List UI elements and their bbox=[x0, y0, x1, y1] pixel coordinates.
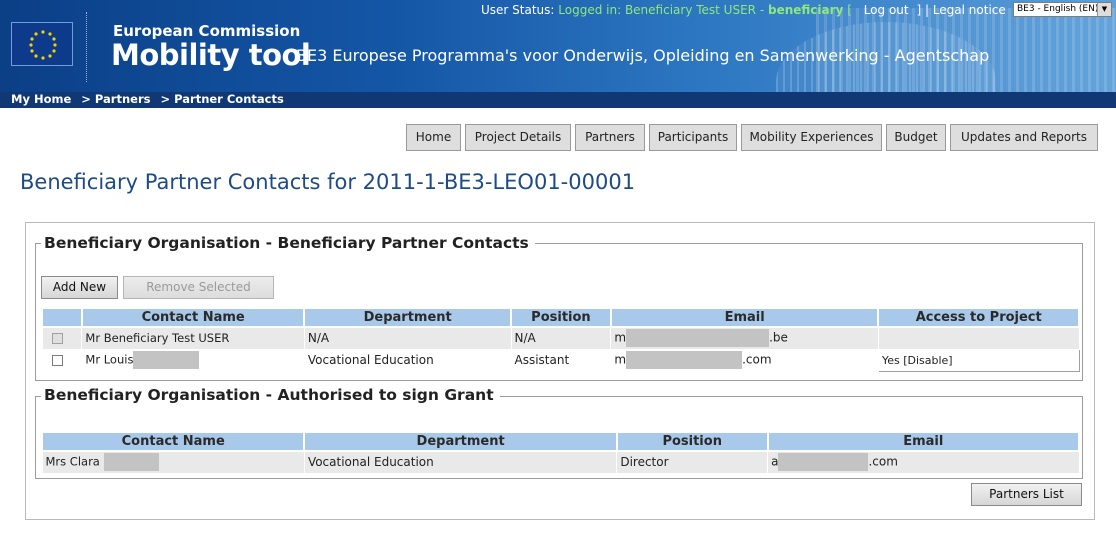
legal-notice-link[interactable]: Legal notice bbox=[933, 3, 1006, 17]
language-value: BE3 - English (EN) bbox=[1017, 4, 1099, 14]
sign-legend: Beneficiary Organisation - Authorised to… bbox=[41, 386, 500, 404]
partners-list-button[interactable]: Partners List bbox=[971, 483, 1082, 506]
column-header[interactable]: Email bbox=[609, 307, 880, 328]
nav-participants[interactable]: Participants bbox=[649, 124, 737, 151]
email-suffix: .com bbox=[868, 454, 898, 469]
column-header[interactable]: Position bbox=[510, 307, 612, 328]
nav-updates-reports[interactable]: Updates and Reports bbox=[950, 124, 1098, 151]
position: Assistant bbox=[510, 348, 612, 372]
column-header[interactable]: Contact Name bbox=[40, 431, 306, 452]
access bbox=[877, 326, 1080, 350]
column-header[interactable]: Access to Project bbox=[877, 307, 1080, 328]
contact-name-cell[interactable]: Mrs Clara bbox=[41, 450, 305, 474]
table-header-row: Contact Name Department Position Email bbox=[40, 431, 1081, 452]
column-header[interactable]: Department bbox=[303, 431, 618, 452]
nav-partners[interactable]: Partners bbox=[575, 124, 645, 151]
table-header-row: Contact Name Department Position Email A… bbox=[41, 307, 1080, 328]
select-cell bbox=[41, 348, 83, 372]
email: a .com bbox=[767, 450, 1080, 474]
column-header[interactable]: Position bbox=[615, 431, 769, 452]
table-row: Mr Louis Vocational Education Assistant … bbox=[41, 348, 1080, 372]
email-suffix: .com bbox=[742, 352, 772, 367]
language-select[interactable]: BE3 - English (EN) ▼ bbox=[1013, 2, 1112, 17]
nav-budget[interactable]: Budget bbox=[886, 124, 946, 151]
redacted-block bbox=[103, 453, 159, 472]
email: m .be bbox=[610, 326, 879, 350]
email: m .com bbox=[610, 348, 879, 372]
row-checkbox[interactable] bbox=[51, 355, 63, 366]
nav-home[interactable]: Home bbox=[406, 124, 461, 151]
email-prefix: m bbox=[614, 352, 627, 367]
select-cell bbox=[41, 326, 83, 350]
eu-flag-icon bbox=[11, 22, 73, 66]
bracket-open: [ bbox=[847, 3, 852, 17]
email-prefix: a bbox=[771, 454, 779, 469]
app-name: Mobility tool bbox=[111, 38, 311, 72]
bracket-close: ] bbox=[916, 3, 922, 17]
status-logged-in: Logged in: Beneficiary Test USER - bbox=[558, 3, 765, 17]
agency-name: BE3 Europese Programma's voor Onderwijs,… bbox=[296, 46, 990, 65]
header-banner: European Commission Mobility tool BE3 Eu… bbox=[0, 0, 1116, 92]
table-row: Mr Beneficiary Test USER N/A N/A m .be bbox=[41, 326, 1080, 350]
contacts-table: Contact Name Department Position Email A… bbox=[41, 307, 1080, 372]
add-new-button[interactable]: Add New bbox=[41, 276, 118, 299]
contact-name-cell[interactable]: Mr Louis bbox=[81, 348, 305, 372]
column-header[interactable]: Department bbox=[303, 307, 512, 328]
breadcrumb: My Home > Partners > Partner Contacts bbox=[0, 92, 1116, 108]
logout-link[interactable]: Log out bbox=[864, 3, 909, 17]
chevron-down-icon: ▼ bbox=[1097, 3, 1111, 16]
redacted-block bbox=[133, 351, 200, 369]
status-label: User Status: bbox=[481, 3, 555, 17]
breadcrumb-partners[interactable]: > Partners bbox=[81, 92, 150, 106]
row-checkbox[interactable] bbox=[51, 333, 63, 345]
contact-name[interactable]: Mr Beneficiary Test USER bbox=[81, 326, 305, 350]
nav-mobility-experiences[interactable]: Mobility Experiences bbox=[741, 124, 882, 151]
email-prefix: m bbox=[614, 330, 627, 345]
status-username: beneficiary bbox=[767, 3, 844, 17]
redacted-block bbox=[778, 453, 869, 472]
department: N/A bbox=[303, 326, 512, 350]
user-status: User Status: Logged in: Beneficiary Test… bbox=[481, 3, 1006, 17]
breadcrumb-current: > Partner Contacts bbox=[160, 92, 284, 106]
access-toggle[interactable]: Yes [Disable] bbox=[877, 348, 1080, 372]
separator: | bbox=[924, 3, 929, 17]
position: N/A bbox=[510, 326, 612, 350]
redacted-block bbox=[626, 329, 770, 348]
redacted-block bbox=[626, 351, 743, 369]
page-title: Beneficiary Partner Contacts for 2011-1-… bbox=[20, 170, 636, 194]
column-header[interactable]: Email bbox=[766, 431, 1081, 452]
table-row: Mrs Clara Vocational Education Director … bbox=[41, 450, 1080, 474]
remove-selected-button[interactable]: Remove Selected bbox=[123, 276, 274, 299]
header-divider bbox=[86, 12, 87, 82]
email-suffix: .be bbox=[769, 330, 788, 345]
contact-name[interactable]: Mr Louis bbox=[85, 353, 133, 367]
sign-table: Contact Name Department Position Email M… bbox=[40, 431, 1081, 474]
column-header[interactable]: Contact Name bbox=[80, 307, 306, 328]
nav-project-details[interactable]: Project Details bbox=[465, 124, 571, 151]
contact-name[interactable]: Mrs Clara bbox=[46, 455, 100, 469]
select-column-header bbox=[41, 307, 83, 328]
breadcrumb-home[interactable]: My Home bbox=[11, 92, 71, 106]
contacts-legend: Beneficiary Organisation - Beneficiary P… bbox=[41, 234, 535, 252]
department: Vocational Education bbox=[303, 348, 512, 372]
department: Vocational Education bbox=[303, 450, 618, 474]
position: Director bbox=[616, 450, 769, 474]
